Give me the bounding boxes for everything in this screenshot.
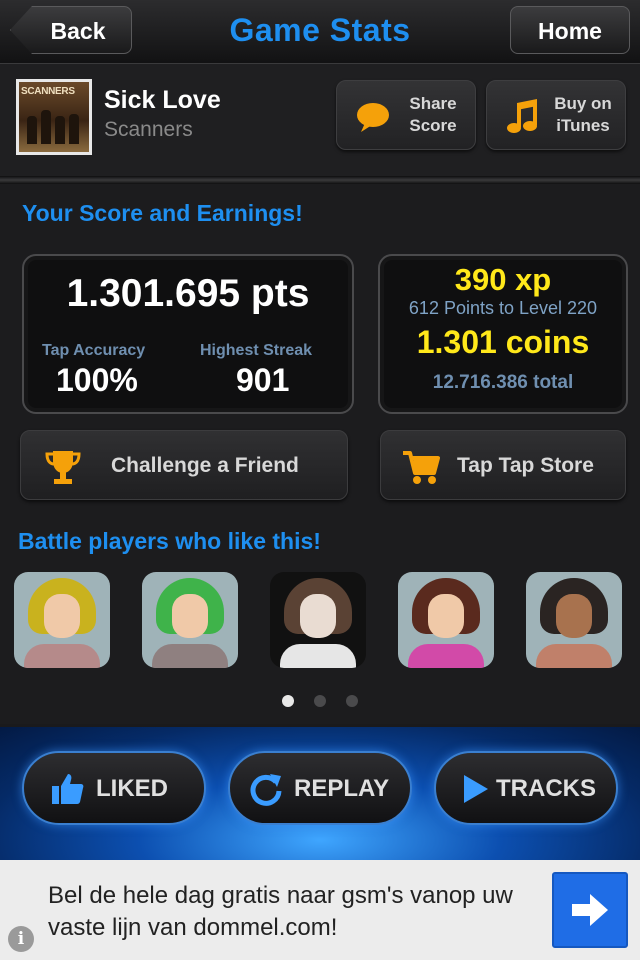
info-icon[interactable]: i [8,926,34,952]
album-art-text: SCANNERS [21,86,75,97]
tap-accuracy-value: 100% [56,362,138,398]
page-indicator [0,694,640,712]
avatar-shirt [24,644,100,668]
coins-value: 1.301 coins [416,324,590,360]
thumbs-up-icon [52,774,84,804]
arrow-right-icon [572,894,608,926]
score-heading: Your Score and Earnings! [22,200,303,226]
battle-players-carousel[interactable] [0,572,640,670]
highest-streak-value: 901 [236,362,290,398]
song-header: SCANNERS Sick Love Scanners Share Score … [0,64,640,176]
player-avatar[interactable] [14,572,110,668]
avatar-shirt [280,644,356,668]
section-divider [0,176,640,184]
liked-label: LIKED [96,775,168,802]
nav-bar: Back Game Stats Home [0,0,640,64]
points-value: 1.301.695 pts [66,272,310,315]
stats-panel: Your Score and Earnings! 1.301.695 pts T… [0,184,640,724]
tap-tap-store-button[interactable]: Tap Tap Store [380,430,626,500]
earnings-box: 390 xp 612 Points to Level 220 1.301 coi… [378,254,628,414]
player-avatar[interactable] [270,572,366,668]
advertisement-banner[interactable]: Bel de hele dag gratis naar gsm's vanop … [0,860,640,960]
music-note-icon [507,99,537,133]
speech-bubble-icon [357,103,389,132]
itunes-label-line2: iTunes [556,116,610,135]
highest-streak-label: Highest Streak [200,342,313,359]
page-dot[interactable] [314,695,326,707]
replay-label: REPLAY [294,775,390,802]
tracks-label: TRACKS [496,775,596,802]
avatar-shirt [536,644,612,668]
tap-tap-store-label: Tap Tap Store [457,454,594,477]
challenge-friend-button[interactable]: Challenge a Friend [20,430,348,500]
player-avatar[interactable] [398,572,494,668]
play-icon [464,775,488,803]
level-progress-note: 612 Points to Level 220 [408,298,598,318]
song-artist: Scanners [104,118,193,141]
avatar-shirt [152,644,228,668]
buy-on-itunes-button[interactable]: Buy on iTunes [486,80,626,150]
song-title: Sick Love [104,86,221,114]
liked-button[interactable]: LIKED [22,751,206,825]
ad-arrow-button[interactable] [552,872,628,948]
score-box: 1.301.695 pts Tap Accuracy 100% Highest … [22,254,354,414]
player-avatar[interactable] [142,572,238,668]
challenge-friend-label: Challenge a Friend [111,454,299,477]
tap-accuracy-label: Tap Accuracy [42,342,146,359]
replay-button[interactable]: REPLAY [228,751,412,825]
player-avatar[interactable] [526,572,622,668]
bottom-toolbar: LIKED REPLAY TRACKS [0,724,640,860]
ad-text[interactable]: Bel de hele dag gratis naar gsm's vanop … [48,880,528,944]
battle-heading: Battle players who like this! [18,528,321,554]
trophy-icon [45,451,81,484]
tracks-button[interactable]: TRACKS [434,751,618,825]
replay-icon [250,774,282,806]
share-label-line2: Score [409,116,457,135]
shopping-cart-icon [403,451,440,484]
coins-total: 12.716.386 total [432,372,574,393]
home-button[interactable]: Home [510,6,630,54]
page-dot[interactable] [281,695,294,707]
album-art: SCANNERS [16,79,92,155]
itunes-label-line1: Buy on [554,94,612,113]
share-label-line1: Share [409,94,457,113]
xp-value: 390 xp [454,262,552,297]
share-score-button[interactable]: Share Score [336,80,476,150]
page-dot[interactable] [346,695,359,707]
avatar-shirt [408,644,484,668]
